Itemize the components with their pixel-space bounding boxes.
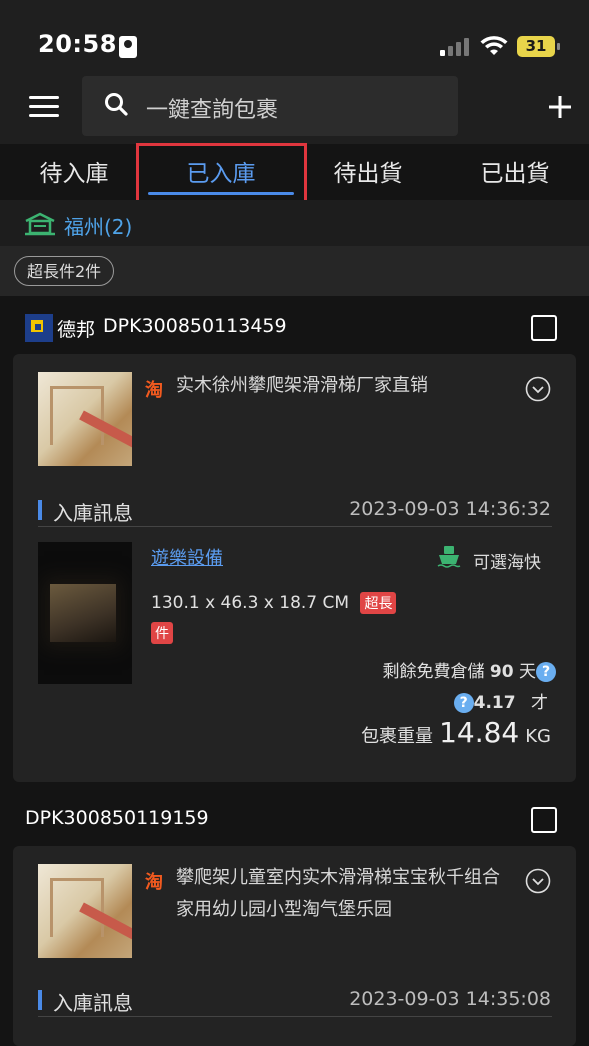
oversize-filter-chip[interactable]: 超長件2件 bbox=[14, 256, 115, 286]
package-select-checkbox[interactable] bbox=[531, 807, 557, 833]
product-title: 实木徐州攀爬架滑滑梯厂家直销 bbox=[176, 375, 428, 396]
shipping-option-label: 可選海快 bbox=[473, 553, 541, 573]
weight-info: 包裹重量 14.84 KG bbox=[361, 716, 551, 749]
ship-icon bbox=[437, 546, 461, 568]
battery-icon: 31 bbox=[517, 36, 560, 57]
inbound-info-label: 入庫訊息 bbox=[53, 501, 133, 525]
tab-pending-shipment[interactable]: 待出貨 bbox=[308, 154, 428, 188]
tab-pending-inbound[interactable]: 待入庫 bbox=[14, 154, 134, 188]
package-header: 德邦 DPK300850113459 bbox=[0, 298, 589, 354]
chevron-down-icon[interactable] bbox=[525, 376, 551, 402]
oversize-tag-part2: 件 bbox=[151, 622, 173, 644]
free-storage-info: 剩餘免費倉儲 90 天? bbox=[383, 657, 556, 682]
cellular-signal-icon bbox=[440, 38, 472, 56]
weight-value: 14.84 bbox=[439, 716, 520, 749]
package-dimensions: 130.1 x 46.3 x 18.7 CM 超長 件 bbox=[151, 592, 397, 644]
inbound-timestamp: 2023-09-03 14:36:32 bbox=[349, 498, 551, 520]
section-marker bbox=[38, 500, 42, 520]
taobao-icon: 淘 bbox=[145, 380, 163, 401]
section-marker bbox=[38, 990, 42, 1010]
warehouse-label: 福州(2) bbox=[64, 215, 133, 239]
product-title: 攀爬架儿童室内实木滑滑梯宝宝秋千组合家用幼儿园小型淘气堡乐园 bbox=[176, 867, 500, 920]
package-select-checkbox[interactable] bbox=[531, 315, 557, 341]
weight-label: 包裹重量 bbox=[361, 726, 434, 747]
tab-shipped[interactable]: 已出貨 bbox=[455, 154, 575, 188]
storage-unit: 天 bbox=[519, 662, 536, 682]
package-card: 淘 实木徐州攀爬架滑滑梯厂家直销 入庫訊息 2023-09-03 14:36:3… bbox=[13, 354, 576, 782]
product-thumbnail bbox=[38, 864, 132, 958]
taobao-icon: 淘 bbox=[145, 872, 163, 893]
storage-days: 90 bbox=[489, 662, 514, 682]
volume-value: 4.17 bbox=[473, 693, 516, 713]
package-photo[interactable] bbox=[38, 542, 132, 684]
search-icon bbox=[105, 93, 128, 116]
product-thumbnail bbox=[38, 372, 132, 466]
search-placeholder: 一鍵查詢包裹 bbox=[146, 98, 279, 123]
search-input[interactable]: 一鍵查詢包裹 bbox=[82, 76, 458, 136]
hamburger-menu-icon[interactable] bbox=[29, 96, 59, 118]
chevron-down-icon[interactable] bbox=[525, 868, 551, 894]
package-header: DPK300850119159 bbox=[0, 790, 589, 846]
status-bar: 20:58 31 bbox=[0, 0, 589, 70]
filter-chip-row: 超長件2件 bbox=[0, 246, 589, 296]
inbound-info-label: 入庫訊息 bbox=[53, 991, 133, 1015]
storage-label: 剩餘免費倉儲 bbox=[382, 662, 485, 682]
app-header: 一鍵查詢包裹 bbox=[0, 70, 589, 144]
oversize-tag-part1: 超長 bbox=[360, 592, 397, 614]
tab-highlight-box bbox=[136, 143, 307, 207]
warehouse-icon bbox=[25, 212, 55, 236]
help-icon[interactable]: ? bbox=[453, 693, 474, 713]
dimensions-value: 130.1 x 46.3 x 18.7 CM bbox=[151, 593, 350, 613]
package-card: 淘 攀爬架儿童室内实木滑滑梯宝宝秋千组合家用幼儿园小型淘气堡乐园 入庫訊息 20… bbox=[13, 846, 576, 1046]
tracking-number: DPK300850119159 bbox=[25, 807, 209, 829]
id-card-icon bbox=[119, 36, 137, 58]
courier-name: 德邦 bbox=[57, 319, 96, 341]
inbound-timestamp: 2023-09-03 14:35:08 bbox=[349, 988, 551, 1010]
weight-unit: KG bbox=[525, 726, 551, 747]
volume-info: ? 4.17 才 bbox=[453, 688, 548, 713]
divider bbox=[38, 1016, 552, 1017]
volume-unit: 才 bbox=[531, 693, 548, 713]
tracking-number: DPK300850113459 bbox=[103, 315, 287, 337]
status-time: 20:58 bbox=[38, 30, 117, 58]
help-icon[interactable]: ? bbox=[536, 662, 556, 682]
plus-icon[interactable] bbox=[548, 95, 572, 119]
warehouse-row[interactable]: 福州(2) bbox=[0, 200, 589, 246]
deppon-logo-icon bbox=[25, 314, 53, 342]
category-link[interactable]: 遊樂設備 bbox=[151, 544, 223, 570]
divider bbox=[38, 526, 552, 527]
wifi-icon bbox=[480, 36, 508, 55]
